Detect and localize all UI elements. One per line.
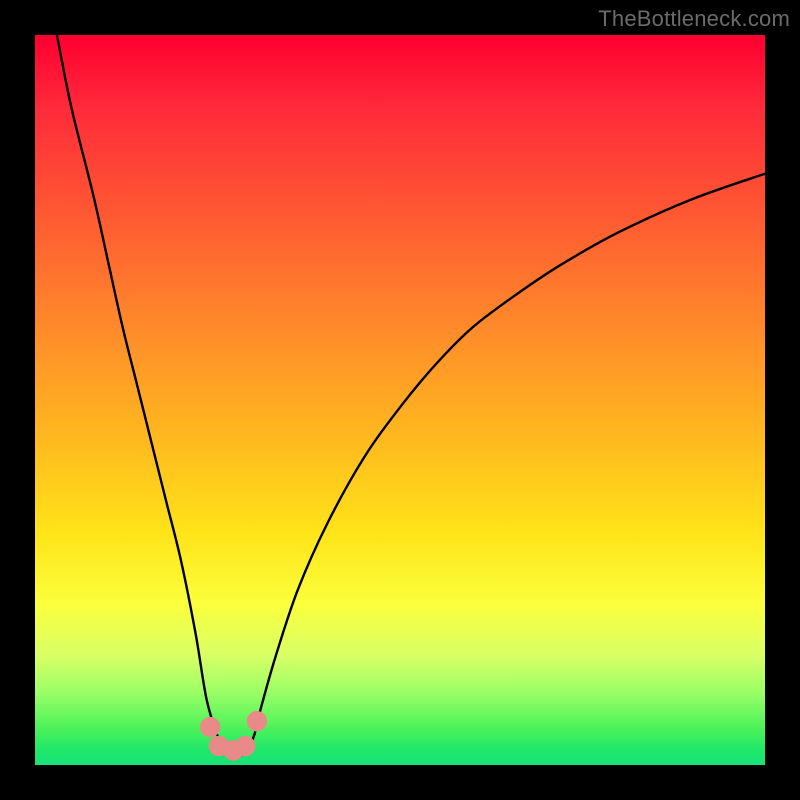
plot-background	[35, 35, 765, 765]
chart-frame: TheBottleneck.com	[0, 0, 800, 800]
watermark-text: TheBottleneck.com	[598, 6, 790, 32]
